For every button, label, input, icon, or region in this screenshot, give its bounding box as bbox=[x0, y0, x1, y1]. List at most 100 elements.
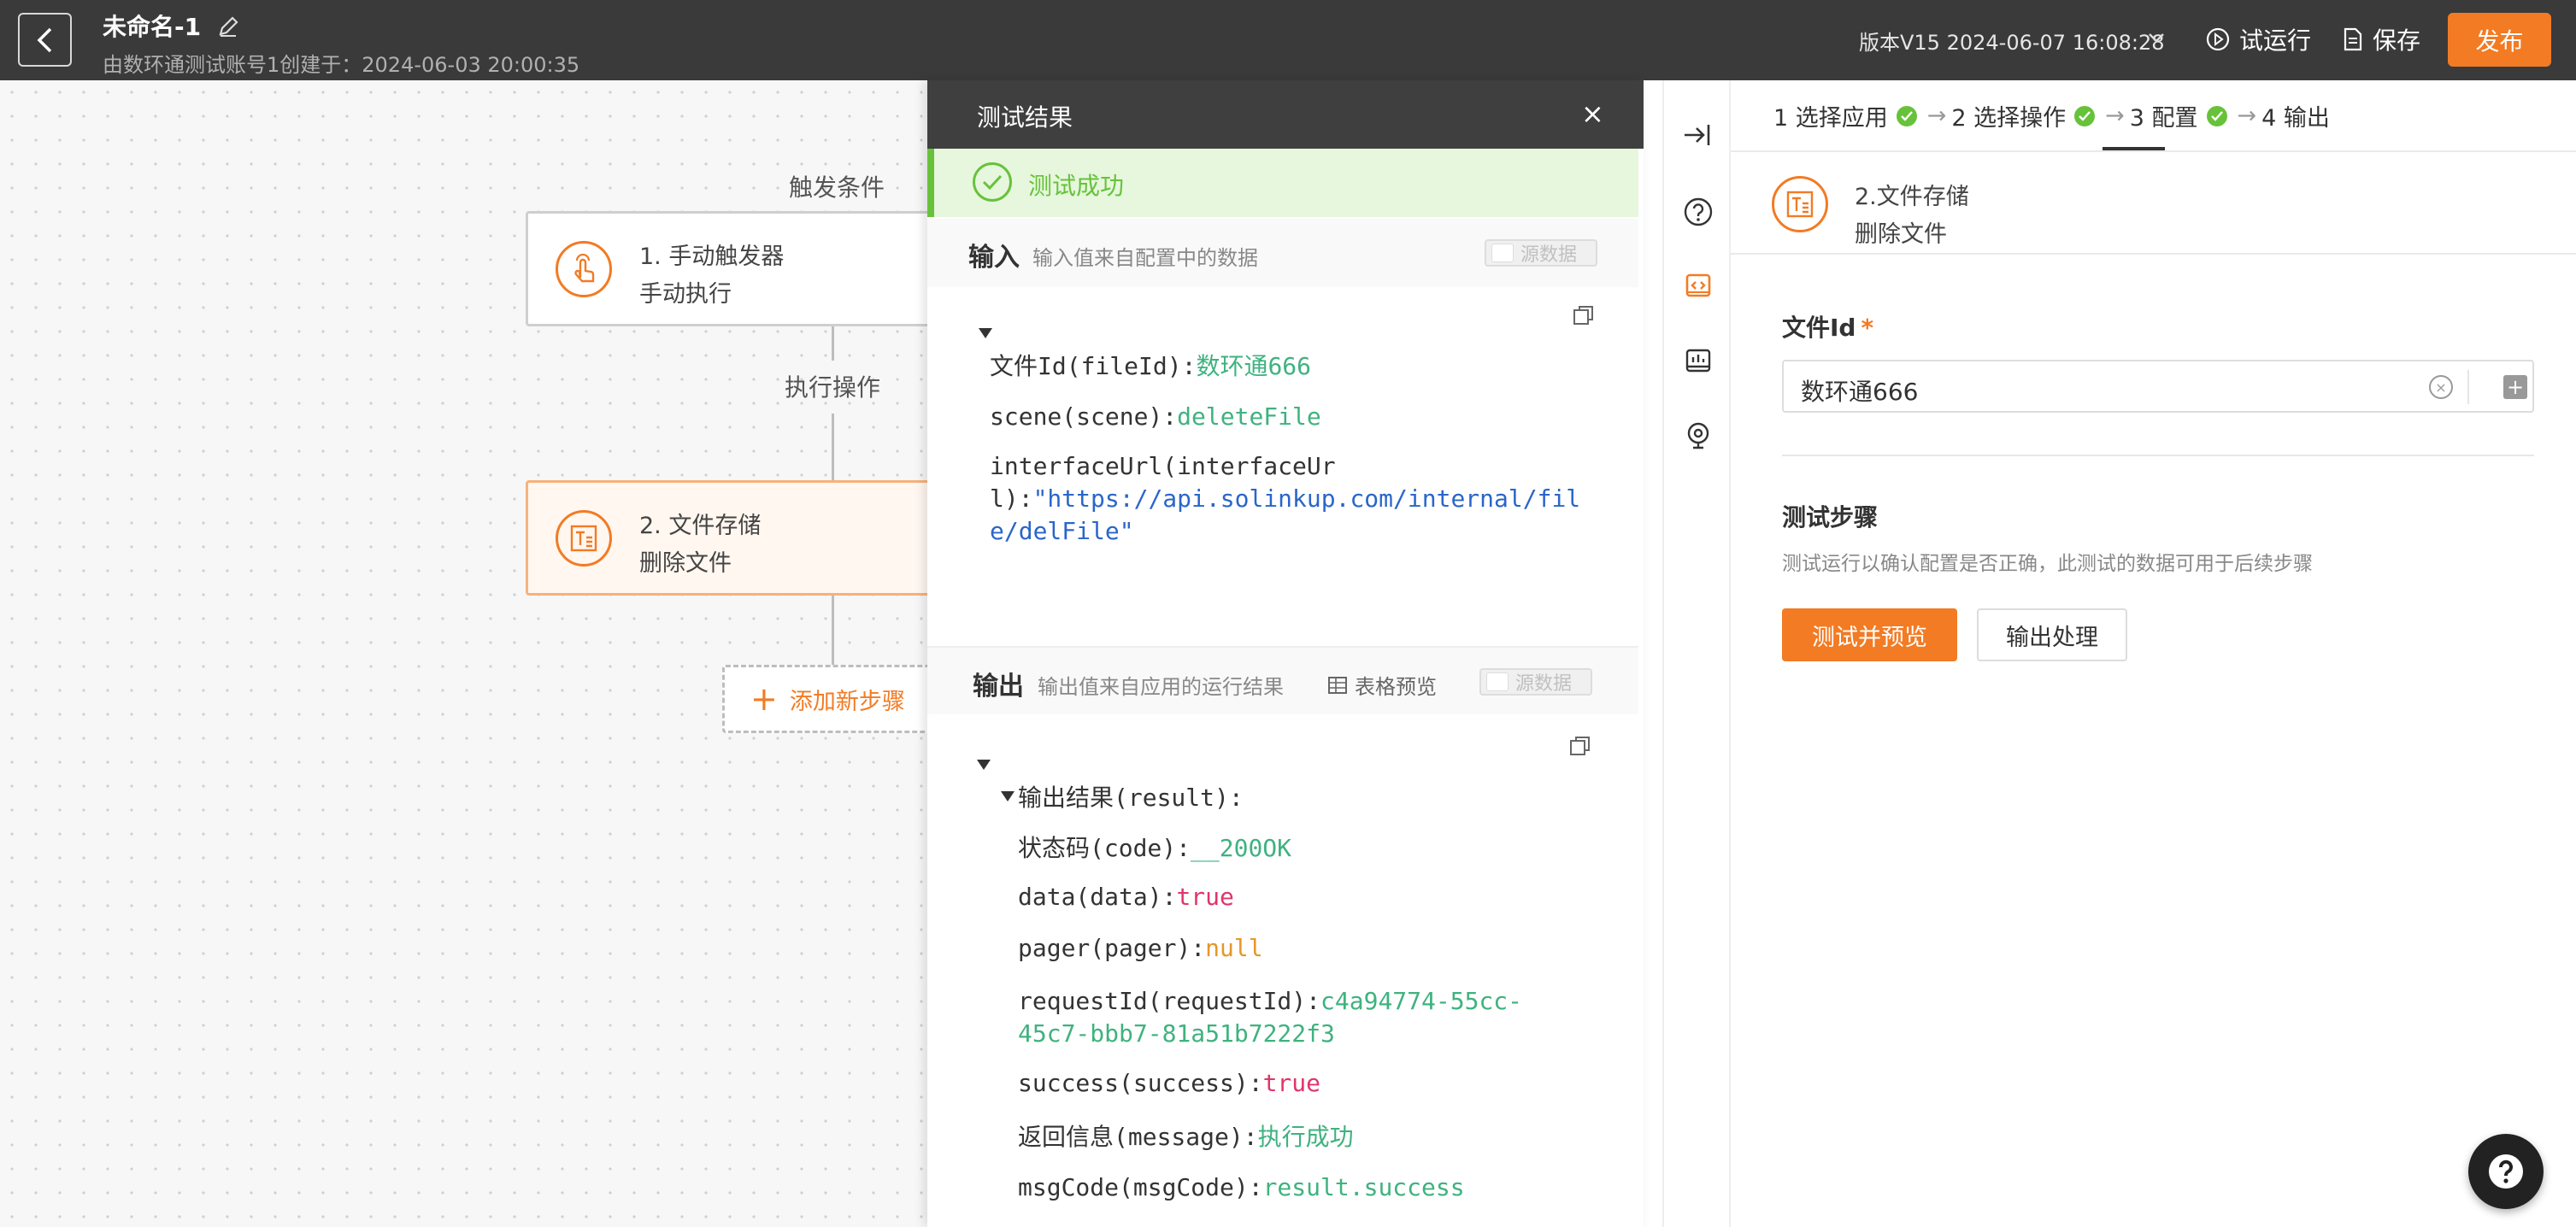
success-text: 测试成功 bbox=[1028, 172, 1125, 200]
version-selector[interactable]: 版本V15 2024-06-07 16:08:28 bbox=[1859, 26, 2164, 56]
output-result-key: 输出结果(result): bbox=[1018, 784, 1244, 812]
output-field-data: data(data):true bbox=[1018, 883, 1234, 911]
node1-subtitle: 手动执行 bbox=[639, 281, 732, 308]
copy-icon[interactable] bbox=[1569, 735, 1591, 757]
selected-app-card: 2.文件存储 删除文件 bbox=[1731, 152, 2576, 255]
step-tabs: 1 选择应用 → 2 选择操作 → 3 配置 → 4 输出 bbox=[1773, 99, 2330, 132]
save-button[interactable]: 保存 bbox=[2342, 22, 2420, 56]
file-id-value: 数环通666 bbox=[1801, 378, 1919, 406]
node-file-storage[interactable]: 2. 文件存储 删除文件 bbox=[526, 480, 936, 596]
app-title: 2.文件存储 bbox=[1855, 184, 1969, 210]
app-root: 未命名-1 由数环通测试账号1创建于：2024-06-03 20:00:35 版… bbox=[0, 0, 2576, 1227]
node2-subtitle: 删除文件 bbox=[639, 550, 732, 577]
flow-canvas[interactable]: 触发条件 1. 手动触发器 手动执行 执行操作 2. 文件存储 删除文件 + 添… bbox=[0, 80, 936, 1227]
output-process-button[interactable]: 输出处理 bbox=[1977, 608, 2127, 661]
arrow-right-icon: → bbox=[2105, 103, 2125, 129]
copy-icon[interactable] bbox=[1573, 304, 1595, 326]
node1-title: 1. 手动触发器 bbox=[639, 244, 785, 270]
collapse-triangle-icon[interactable] bbox=[1001, 791, 1015, 801]
help-fab-button[interactable] bbox=[2468, 1134, 2544, 1209]
input-field-interfaceurl: interfaceUrl(interfaceUr l):"https://api… bbox=[990, 452, 1581, 545]
table-icon bbox=[1328, 676, 1347, 694]
config-panel: 1 选择应用 → 2 选择操作 → 3 配置 → 4 输出 2.文件存储 删除文… bbox=[1731, 80, 2576, 1227]
page-title: 未命名-1 bbox=[103, 13, 202, 41]
close-icon[interactable]: × bbox=[1581, 97, 1604, 130]
input-separator bbox=[2467, 370, 2469, 404]
arrow-right-icon: → bbox=[2237, 103, 2257, 129]
run-label: 试运行 bbox=[2239, 26, 2312, 55]
collapse-triangle-icon[interactable] bbox=[977, 760, 991, 770]
add-variable-icon[interactable]: + bbox=[2503, 375, 2527, 399]
plus-icon: + bbox=[750, 680, 778, 718]
hand-icon bbox=[556, 241, 612, 297]
output-field-pager: pager(pager):null bbox=[1018, 934, 1263, 962]
arrow-right-icon: → bbox=[1926, 103, 1947, 129]
test-panel-header: 测试结果 × bbox=[927, 80, 1644, 149]
output-field-success: success(success):true bbox=[1018, 1069, 1321, 1097]
test-panel-title: 测试结果 bbox=[977, 103, 1073, 132]
publish-button[interactable]: 发布 bbox=[2448, 13, 2551, 67]
output-title: 输出 bbox=[973, 672, 1024, 702]
step-output[interactable]: 4 输出 bbox=[2261, 99, 2330, 132]
clear-icon[interactable]: × bbox=[2429, 375, 2453, 399]
add-step-button[interactable]: + 添加新步骤 bbox=[722, 665, 936, 733]
node2-title: 2. 文件存储 bbox=[639, 513, 762, 539]
check-icon bbox=[2206, 105, 2227, 126]
toggle-knob bbox=[1486, 672, 1509, 691]
toggle-knob bbox=[1491, 244, 1514, 262]
output-field-code: 状态码(code):__200OK bbox=[1018, 834, 1292, 862]
help-icon[interactable] bbox=[1681, 195, 1715, 229]
play-circle-icon bbox=[2206, 27, 2230, 51]
test-step-desc: 测试运行以确认配置是否正确，此测试的数据可用于后续步骤 bbox=[1782, 553, 2313, 575]
execute-action-label: 执行操作 bbox=[785, 373, 881, 402]
toggle-label: 源数据 bbox=[1515, 673, 1573, 695]
connector-line bbox=[832, 414, 834, 480]
app-action: 删除文件 bbox=[1855, 221, 1947, 248]
collapse-triangle-icon[interactable] bbox=[979, 328, 992, 338]
connector-line bbox=[832, 596, 834, 665]
code-config-icon[interactable] bbox=[1681, 268, 1715, 302]
table-preview-button[interactable]: 表格预览 bbox=[1327, 670, 1437, 700]
check-icon bbox=[1896, 105, 1917, 126]
file-storage-icon bbox=[1772, 176, 1828, 232]
test-result-panel: 测试结果 × 测试成功 输入 输入值来自配置中的数据 源数据 文件Id(file… bbox=[927, 80, 1644, 1227]
success-banner: 测试成功 bbox=[927, 149, 1638, 217]
toggle-label: 源数据 bbox=[1520, 244, 1578, 266]
chevron-left-icon bbox=[37, 27, 51, 52]
input-raw-data-toggle[interactable]: 源数据 bbox=[1485, 239, 1597, 267]
field-label: 文件Id * bbox=[1782, 314, 1874, 342]
input-section-header: 输入 输入值来自配置中的数据 源数据 bbox=[927, 219, 1638, 287]
output-raw-data-toggle[interactable]: 源数据 bbox=[1479, 668, 1592, 696]
side-icon-bar bbox=[1662, 80, 1731, 1227]
trigger-condition-label: 触发条件 bbox=[789, 173, 885, 202]
collapse-right-icon[interactable] bbox=[1681, 118, 1715, 152]
step-config[interactable]: 3 配置 bbox=[2130, 99, 2198, 132]
test-step-title: 测试步骤 bbox=[1782, 503, 1879, 531]
divider bbox=[1782, 455, 2534, 456]
add-step-label: 添加新步骤 bbox=[789, 688, 905, 715]
test-preview-button[interactable]: 测试并预览 bbox=[1782, 608, 1957, 661]
edit-icon[interactable] bbox=[215, 14, 241, 39]
run-button[interactable]: 试运行 bbox=[2205, 22, 2311, 56]
table-preview-label: 表格预览 bbox=[1355, 675, 1437, 699]
output-field-message: 返回信息(message):执行成功 bbox=[1018, 1123, 1354, 1151]
back-button[interactable] bbox=[18, 13, 72, 67]
required-mark: * bbox=[1861, 314, 1874, 342]
output-field-msgcode: msgCode(msgCode):result.success bbox=[1018, 1173, 1465, 1201]
document-icon bbox=[2344, 27, 2362, 51]
node-manual-trigger[interactable]: 1. 手动触发器 手动执行 bbox=[526, 211, 936, 326]
output-desc: 输出值来自应用的运行结果 bbox=[1038, 675, 1284, 699]
input-title: 输入 bbox=[968, 243, 1020, 273]
file-id-input[interactable]: 数环通666 × + bbox=[1782, 360, 2534, 413]
output-section-header: 输出 输出值来自应用的运行结果 表格预览 源数据 bbox=[927, 646, 1638, 714]
question-icon bbox=[2489, 1154, 2523, 1189]
input-desc: 输入值来自配置中的数据 bbox=[1032, 246, 1258, 270]
step-select-action[interactable]: 2 选择操作 bbox=[1951, 99, 2066, 132]
location-icon[interactable] bbox=[1681, 419, 1715, 453]
input-field-fileid: 文件Id(fileId):数环通666 bbox=[990, 352, 1312, 380]
chevron-down-icon[interactable] bbox=[2147, 31, 2166, 44]
output-field-requestid: requestId(requestId):c4a94774-55cc- 45c7… bbox=[1018, 987, 1523, 1048]
step-select-app[interactable]: 1 选择应用 bbox=[1773, 99, 1888, 132]
connector-line bbox=[832, 326, 834, 361]
dashboard-icon[interactable] bbox=[1681, 343, 1715, 378]
